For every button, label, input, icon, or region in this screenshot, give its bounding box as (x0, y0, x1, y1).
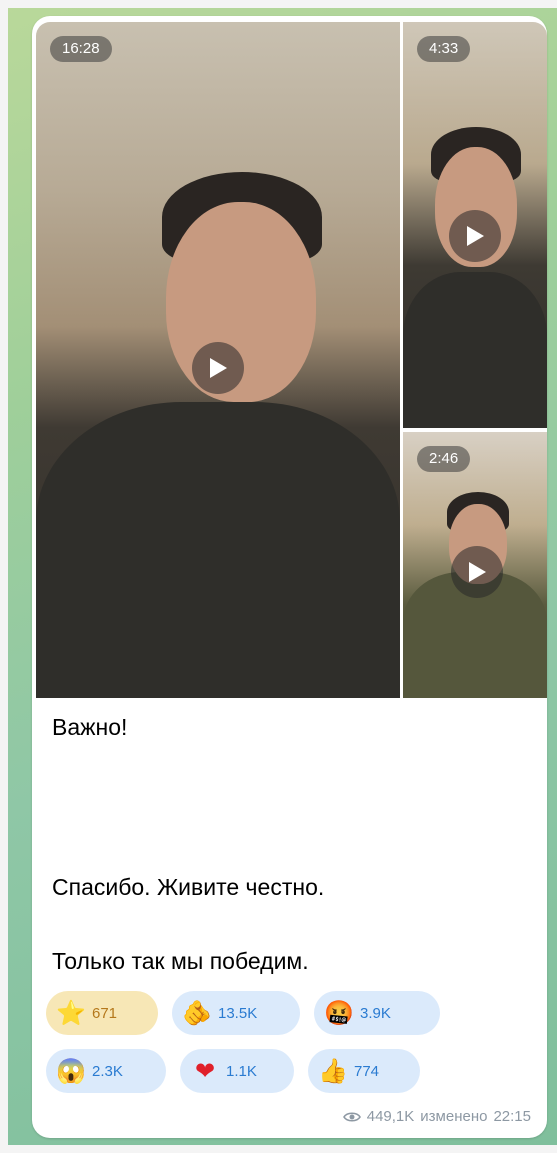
video-third[interactable]: 2:46 (403, 432, 547, 698)
video-duration: 16:28 (50, 36, 112, 62)
reaction-pointing[interactable]: 🫵 13.5K (172, 991, 300, 1035)
eye-icon (342, 1111, 361, 1122)
message-line: Важно! (52, 714, 128, 740)
video-duration: 2:46 (417, 446, 471, 472)
reaction-scream[interactable]: 😱 2.3K (46, 1049, 166, 1093)
message-footer: 449,1K изменено 22:15 (342, 1108, 531, 1125)
message-line: Только так мы победим. (52, 948, 309, 974)
views-count: 449,1K (366, 1108, 415, 1125)
thumbs-up-emoji-icon: 👍 (318, 1057, 348, 1085)
heart-emoji-icon: ❤ (194, 1057, 216, 1085)
reaction-cursing[interactable]: 🤬 3.9K (314, 991, 440, 1035)
reaction-count: 774 (354, 1062, 380, 1080)
person-torso (36, 402, 400, 698)
media-album: 16:28 4:33 2:46 (32, 16, 547, 698)
play-icon[interactable] (451, 546, 503, 598)
reaction-count: 2.3K (92, 1062, 123, 1080)
play-icon[interactable] (449, 210, 501, 262)
video-main[interactable]: 16:28 (36, 22, 400, 698)
video-second[interactable]: 4:33 (403, 22, 547, 428)
reaction-star[interactable]: ⭐ 671 (46, 991, 158, 1035)
play-icon[interactable] (192, 342, 244, 394)
reaction-heart[interactable]: ❤ 1.1K (180, 1049, 294, 1093)
reaction-count: 3.9K (360, 1004, 391, 1022)
person-torso (403, 272, 547, 428)
message-line: Спасибо. Живите честно. (52, 874, 325, 900)
reaction-thumbs-up[interactable]: 👍 774 (308, 1049, 420, 1093)
pointing-hand-emoji-icon: 🫵 (182, 999, 212, 1027)
star-emoji-icon: ⭐ (56, 999, 86, 1027)
reaction-count: 671 (92, 1004, 118, 1022)
reaction-count: 1.1K (226, 1062, 257, 1080)
message-time: 22:15 (493, 1108, 531, 1125)
scream-emoji-icon: 😱 (56, 1057, 86, 1085)
edited-label: изменено (420, 1108, 488, 1125)
reaction-count: 13.5K (218, 1004, 258, 1022)
video-duration: 4:33 (417, 36, 471, 62)
chat-background: 16:28 4:33 2:46 Важно! Спасибо. Живите ч… (8, 8, 557, 1145)
message-bubble: 16:28 4:33 2:46 Важно! Спасибо. Живите ч… (32, 16, 547, 1138)
cursing-face-emoji-icon: 🤬 (324, 999, 354, 1027)
